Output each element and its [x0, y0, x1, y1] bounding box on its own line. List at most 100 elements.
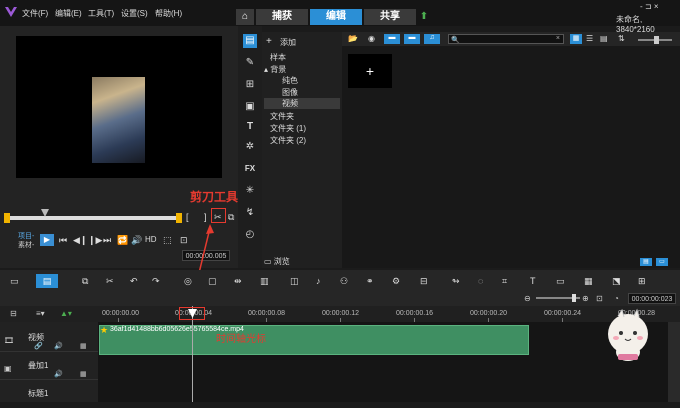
- tree-item-folder[interactable]: 文件夹: [270, 111, 294, 122]
- timeline-vertical-scrollbar[interactable]: [668, 322, 680, 402]
- filter-icon[interactable]: FX: [243, 162, 257, 176]
- tree-item-folder-2[interactable]: 文件夹 (2): [270, 135, 306, 146]
- prev-frame-icon[interactable]: ◀❙: [73, 235, 87, 246]
- graphics-icon[interactable]: ✲: [243, 140, 257, 154]
- snapshot-icon[interactable]: ▢: [208, 276, 217, 287]
- menu-edit[interactable]: 编辑(E): [55, 8, 82, 19]
- path-icon[interactable]: ↯: [243, 206, 257, 220]
- chapter-icon[interactable]: ≡▾: [36, 309, 45, 318]
- visibility-icon[interactable]: ▦: [80, 342, 87, 350]
- copy-clip-icon[interactable]: ⧉: [82, 276, 88, 287]
- zoom-out-icon[interactable]: ⊖: [524, 294, 531, 303]
- storyboard-view-icon[interactable]: ▭: [10, 276, 19, 287]
- tab-edit[interactable]: 编辑: [310, 9, 362, 25]
- undo-icon[interactable]: ↶: [130, 276, 138, 287]
- go-end-icon[interactable]: ⏭: [103, 235, 111, 246]
- motion-tracking-icon[interactable]: ⚇: [340, 276, 348, 287]
- shape-icon[interactable]: ▭: [556, 276, 565, 287]
- instant-project-icon[interactable]: ✎: [243, 56, 257, 70]
- split-screen-icon[interactable]: ⊟: [420, 276, 428, 287]
- search-input[interactable]: 🔍 ×: [448, 34, 564, 44]
- timeline-cursor[interactable]: [192, 306, 193, 402]
- visibility-icon[interactable]: ▦: [80, 370, 87, 378]
- add-media-box[interactable]: +: [348, 54, 392, 88]
- 3d-title-icon[interactable]: T: [530, 276, 536, 286]
- thumbnail-size-handle[interactable]: [654, 36, 659, 44]
- zoom-handle[interactable]: [572, 294, 576, 302]
- add-icon[interactable]: +: [266, 36, 272, 47]
- window-controls[interactable]: - ⊐ ×: [640, 2, 658, 11]
- go-start-icon[interactable]: ⏮: [59, 235, 67, 246]
- show-photo-icon[interactable]: ▬: [404, 34, 420, 44]
- media-library-icon[interactable]: ▤: [243, 34, 257, 48]
- import-folder-icon[interactable]: 📂: [348, 34, 358, 43]
- zoom-in-icon[interactable]: ⊕: [582, 294, 589, 303]
- track-manager-icon[interactable]: ⊟: [10, 309, 17, 318]
- auto-music-icon[interactable]: ♪: [316, 276, 321, 286]
- mode-clip[interactable]: 素材-: [18, 240, 34, 250]
- browse-button[interactable]: ▭ 浏览: [264, 256, 290, 267]
- color-grading-icon[interactable]: ▦: [584, 276, 593, 287]
- pan-zoom-icon[interactable]: ⬔: [612, 276, 621, 287]
- effects-icon[interactable]: ⚙: [392, 276, 400, 287]
- scrub-bar[interactable]: [6, 216, 180, 220]
- menu-file[interactable]: 文件(F): [22, 8, 48, 19]
- tree-item-folder-1[interactable]: 文件夹 (1): [270, 123, 306, 134]
- record-capture-icon[interactable]: ◎: [184, 276, 192, 287]
- menu-tools[interactable]: 工具(T): [88, 8, 114, 19]
- record-icon[interactable]: ◉: [368, 34, 375, 43]
- tools-icon[interactable]: ✂: [106, 276, 114, 287]
- tree-item-background[interactable]: ▴ 背景: [264, 64, 286, 75]
- tree-item-samples[interactable]: 样本: [270, 52, 286, 63]
- library-option-icon[interactable]: ▤: [640, 258, 652, 266]
- mark-in-icon[interactable]: [: [186, 212, 189, 222]
- title-icon[interactable]: T: [243, 120, 257, 134]
- home-icon[interactable]: ⌂: [236, 9, 254, 25]
- detail-view-icon[interactable]: ▤: [600, 34, 608, 43]
- trim-start-handle[interactable]: [4, 213, 10, 223]
- timeline-view-icon[interactable]: ▤: [36, 274, 58, 288]
- show-audio-icon[interactable]: ♫: [424, 34, 440, 44]
- upgrade-arrow-icon[interactable]: ⬆: [418, 9, 430, 25]
- mark-out-icon[interactable]: ]: [204, 212, 207, 222]
- overlay-icon[interactable]: ✳: [243, 184, 257, 198]
- mask-icon[interactable]: ◌: [478, 276, 483, 286]
- link-icon[interactable]: 🔗: [34, 342, 43, 350]
- menu-settings[interactable]: 设置(S): [121, 8, 148, 19]
- add-marker-icon[interactable]: ▲▾: [60, 309, 72, 318]
- tree-item-image[interactable]: 图像: [282, 87, 298, 98]
- track-header-title[interactable]: 标题1: [0, 382, 98, 408]
- tree-item-video[interactable]: 视频: [264, 98, 340, 109]
- multi-track-icon[interactable]: ▥: [260, 276, 269, 287]
- volume-icon[interactable]: 🔊: [131, 235, 142, 246]
- tab-share[interactable]: 共享: [364, 9, 416, 25]
- aspect-ratio-icon[interactable]: ⬚: [163, 235, 172, 246]
- show-video-icon[interactable]: ▬: [384, 34, 400, 44]
- next-frame-icon[interactable]: ❙▶: [88, 235, 102, 246]
- redo-icon[interactable]: ↷: [152, 276, 160, 287]
- transition-icon[interactable]: ⊞: [243, 78, 257, 92]
- repeat-icon[interactable]: 🔁: [117, 235, 128, 246]
- multi-cam-icon[interactable]: ⊞: [638, 276, 646, 287]
- fit-project-icon[interactable]: ⊡: [596, 294, 603, 303]
- hd-toggle[interactable]: HD: [145, 235, 157, 244]
- timeline-timecode[interactable]: 00:00:00:023: [628, 293, 676, 304]
- copy-icon[interactable]: ⧉: [228, 212, 234, 223]
- ripple-icon[interactable]: ⇹: [234, 276, 242, 287]
- track-header-overlay[interactable]: ▣ 叠加1 🔊 ▦: [0, 354, 98, 380]
- menu-help[interactable]: 帮助(H): [155, 8, 182, 19]
- play-button[interactable]: ▶: [40, 234, 54, 246]
- tab-capture[interactable]: 捕获: [256, 9, 308, 25]
- motion-path-icon[interactable]: ↬: [452, 276, 460, 287]
- template-icon[interactable]: ▣: [243, 100, 257, 114]
- library-panel-toggle-icon[interactable]: ▭: [656, 258, 668, 266]
- mute-icon[interactable]: 🔊: [54, 342, 63, 350]
- subtitle-icon[interactable]: ⚭: [366, 276, 374, 287]
- tree-item-solid[interactable]: 纯色: [282, 75, 298, 86]
- add-folder-button[interactable]: 添加: [280, 37, 296, 48]
- camera-icon[interactable]: ⌗: [502, 276, 507, 287]
- clear-search-icon[interactable]: ×: [556, 35, 560, 42]
- mute-icon[interactable]: 🔊: [54, 370, 63, 378]
- speed-icon[interactable]: ◴: [243, 228, 257, 242]
- thumbnail-view-icon[interactable]: ▦: [570, 34, 582, 44]
